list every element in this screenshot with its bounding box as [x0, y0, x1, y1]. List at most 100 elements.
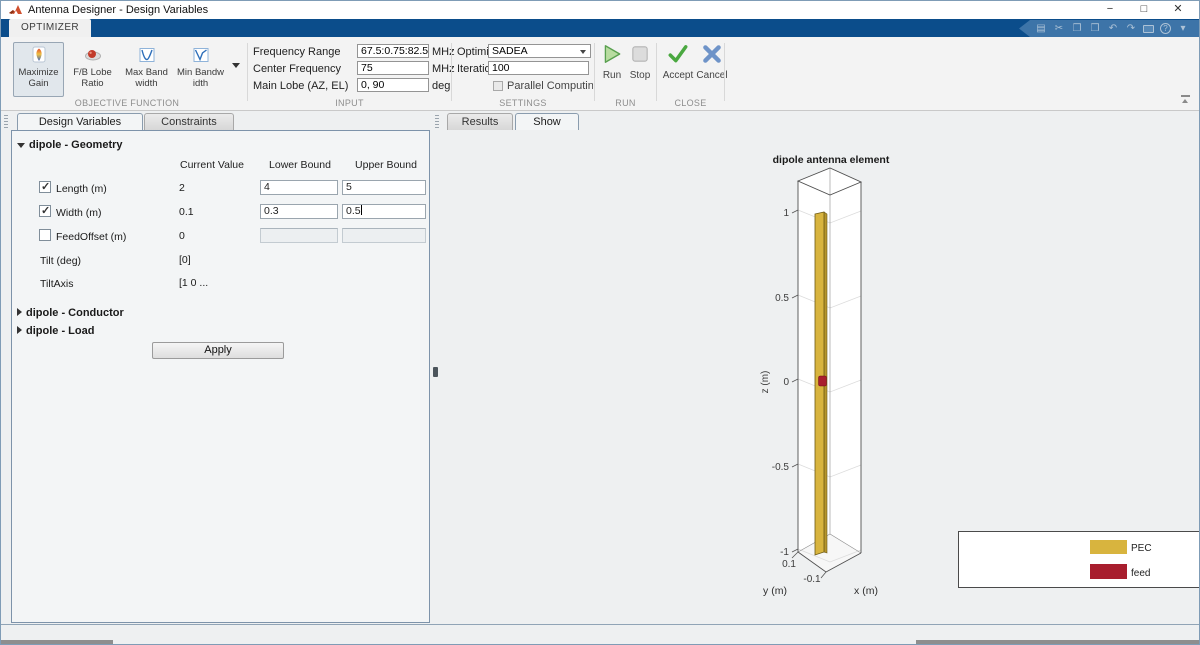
expand-icon — [17, 308, 22, 316]
input-group-label: INPUT — [248, 98, 451, 109]
feedoffset-lower-bound-input — [260, 228, 338, 243]
legend-swatch-feed — [1090, 564, 1127, 579]
width-current-value: 0.1 — [179, 206, 194, 218]
load-section-header[interactable]: dipole - Load — [17, 325, 94, 337]
status-bar — [1, 624, 1200, 645]
fb-lobe-ratio-label: F/B Lobe Ratio — [68, 68, 117, 90]
design-variables-panel: dipole - Geometry Current Value Lower Bo… — [11, 130, 430, 623]
feedoffset-checkbox[interactable] — [39, 229, 51, 241]
legend-label-pec: PEC — [1131, 543, 1152, 554]
tab-design-variables[interactable]: Design Variables — [17, 113, 143, 130]
x-axis-label: x (m) — [854, 585, 878, 597]
max-bandwidth-button[interactable]: Max Bandwidth — [121, 42, 172, 97]
iterations-input[interactable]: 100 — [488, 61, 589, 75]
tab-constraints[interactable]: Constraints — [144, 113, 234, 130]
main-lobe-input[interactable]: 0, 90 — [357, 78, 429, 92]
plot-right-wall — [830, 168, 861, 553]
copy-icon[interactable]: ❐ — [1071, 21, 1083, 36]
paste-icon[interactable]: ❒ — [1089, 21, 1101, 36]
restore-button[interactable]: □ — [1127, 1, 1161, 18]
objective-gallery-dropdown-icon[interactable] — [232, 63, 240, 68]
feed-marker — [819, 376, 827, 386]
splitter-grip[interactable] — [433, 367, 438, 377]
z-ticks — [792, 210, 798, 552]
tab-show[interactable]: Show — [515, 113, 579, 130]
z-tick-labels: 1 0.5 0 -0.5 -1 — [772, 208, 790, 558]
help-icon[interactable]: ? — [1160, 23, 1171, 34]
optimizer-dropdown[interactable]: SADEA — [488, 44, 591, 58]
min-bandwidth-button[interactable]: Min Bandwidth — [175, 42, 226, 97]
close-button[interactable]: ✕ — [1161, 1, 1195, 18]
save-icon[interactable]: ▤ — [1035, 21, 1047, 36]
feedoffset-current-value: 0 — [179, 230, 185, 242]
frequency-range-input[interactable]: 67.5:0.75:82.5 — [357, 44, 429, 58]
fb-lobe-ratio-button[interactable]: F/B Lobe Ratio — [67, 42, 118, 97]
width-checkbox[interactable] — [39, 205, 51, 217]
column-header-lower-bound: Lower Bound — [261, 159, 339, 171]
optimizer-dropdown-caret-icon — [580, 50, 586, 54]
conductor-section-header[interactable]: dipole - Conductor — [17, 307, 124, 319]
y-axis-label: y (m) — [763, 585, 787, 597]
stop-icon — [629, 43, 651, 65]
toolbar-dropdown-icon[interactable]: ▾ — [1177, 21, 1189, 36]
expand-icon — [17, 326, 22, 334]
antenna-designer-window: Antenna Designer - Design Variables − □ … — [0, 0, 1200, 645]
tab-optimizer[interactable]: OPTIMIZER — [9, 19, 91, 37]
objective-group-label: OBJECTIVE FUNCTION — [9, 98, 245, 109]
accept-label: Accept — [661, 70, 695, 81]
main-lobe-label: Main Lobe (AZ, EL) — [253, 80, 348, 92]
tab-results[interactable]: Results — [447, 113, 513, 130]
layout-icon[interactable] — [1143, 25, 1154, 33]
svg-text:0: 0 — [783, 377, 789, 388]
length-checkbox[interactable] — [39, 181, 51, 193]
column-header-upper-bound: Upper Bound — [346, 159, 426, 171]
apply-button[interactable]: Apply — [152, 342, 284, 359]
parallel-computing-checkbox[interactable] — [493, 81, 503, 91]
max-bandwidth-label: Max Bandwidth — [122, 68, 171, 90]
length-upper-bound-input[interactable]: 5 — [342, 180, 426, 195]
width-lower-bound-input[interactable]: 0.3 — [260, 204, 338, 219]
tilt-current-value: [0] — [179, 254, 191, 266]
stop-label: Stop — [623, 70, 657, 81]
cut-icon[interactable]: ✂ — [1053, 21, 1065, 36]
quick-access-toolbar: ▤ ✂ ❐ ❒ ↶ ↷ ? ▾ — [1019, 20, 1199, 37]
minimize-button[interactable]: − — [1093, 1, 1127, 18]
statusbar-right-segment — [916, 640, 1200, 645]
accept-button[interactable]: Accept — [661, 43, 695, 81]
minimize-ribbon-icon[interactable] — [1181, 95, 1191, 103]
x-tick — [821, 572, 826, 578]
main-lobe-unit: deg — [432, 80, 450, 92]
y-tick — [792, 552, 798, 558]
geometry-section-header[interactable]: dipole - Geometry — [17, 139, 123, 151]
right-panel-grip[interactable] — [435, 115, 439, 128]
title-bar: Antenna Designer - Design Variables − □ … — [1, 1, 1199, 19]
svg-text:-0.5: -0.5 — [772, 462, 790, 473]
plot-legend[interactable]: PEC feed — [958, 531, 1200, 588]
ribbon-tab-strip: OPTIMIZER ▤ ✂ ❐ ❒ ↶ ↷ ? ▾ — [1, 19, 1199, 37]
width-upper-bound-input[interactable]: 0.5 — [342, 204, 426, 219]
panel-splitter[interactable] — [431, 130, 440, 623]
maximize-gain-button[interactable]: Maximize Gain — [13, 42, 64, 97]
length-lower-bound-input[interactable]: 4 — [260, 180, 338, 195]
z-axis-label: z (m) — [760, 371, 771, 394]
accept-icon — [667, 43, 689, 65]
column-header-current-value: Current Value — [170, 159, 254, 171]
text-cursor — [361, 205, 362, 215]
undo-icon[interactable]: ↶ — [1107, 21, 1119, 36]
center-frequency-input[interactable]: 75 — [357, 61, 429, 75]
x-tick-label: -0.1 — [803, 574, 821, 585]
optimizer-value: SADEA — [492, 45, 528, 57]
stop-button[interactable]: Stop — [623, 43, 657, 81]
min-bandwidth-label: Min Bandwidth — [176, 68, 225, 90]
run-group-label: RUN — [595, 98, 656, 109]
left-panel-grip[interactable] — [4, 115, 8, 128]
collapse-icon — [17, 143, 25, 148]
settings-group-label: SETTINGS — [452, 98, 594, 109]
redo-icon[interactable]: ↷ — [1125, 21, 1137, 36]
maximize-gain-icon — [30, 46, 48, 64]
frequency-range-label: Frequency Range — [253, 46, 340, 58]
workspace: Design Variables Constraints dipole - Ge… — [1, 111, 1200, 624]
parallel-computing-label: Parallel Computing — [507, 80, 593, 92]
show-panel: dipole antenna element — [441, 130, 1200, 624]
statusbar-left-segment — [1, 640, 113, 645]
